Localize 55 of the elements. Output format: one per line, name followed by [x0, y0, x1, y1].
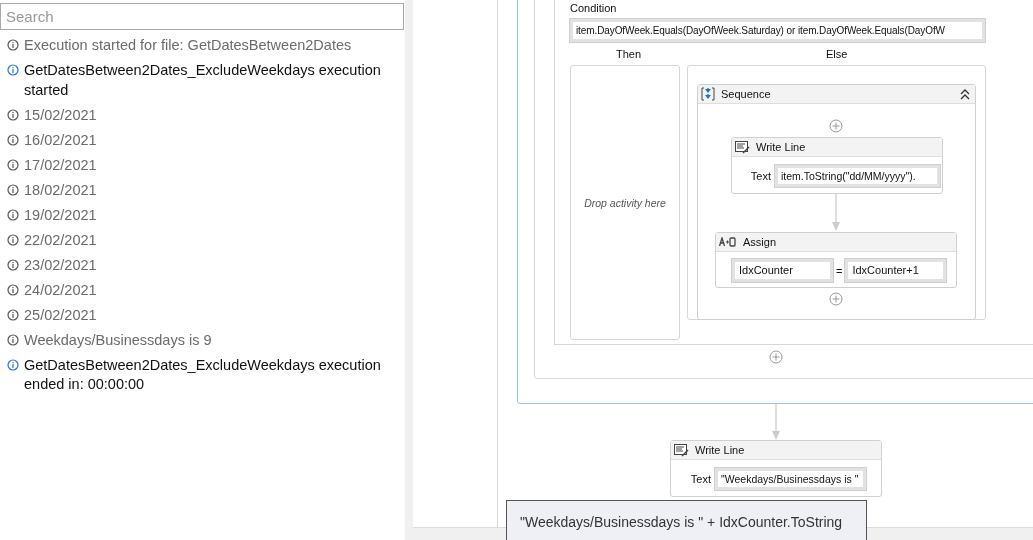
info-icon: [7, 208, 19, 221]
log-message: GetDatesBetween2Dates_ExcludeWeekdays execution started: [24, 61, 382, 100]
log-message: GetDatesBetween2Dates_ExcludeWeekdays execution ended in: 00:00:00: [24, 355, 382, 394]
assign-target-field[interactable]: IdxCounter: [732, 259, 833, 282]
log-message: 24/02/2021: [24, 280, 98, 300]
info-icon: [7, 258, 19, 271]
connector-arrow: [771, 404, 781, 440]
log-message: Execution started for file: GetDatesBetween2Dates: [24, 36, 353, 55]
write-line-activity[interactable]: Write Line Text item.ToString("dd/MM/yyyy").: [731, 137, 943, 194]
info-icon: [7, 308, 19, 321]
add-activity-icon[interactable]: [769, 350, 783, 364]
connector-arrow: [831, 194, 841, 231]
log-message: 23/02/2021: [24, 255, 98, 275]
else-label: Else: [826, 48, 848, 60]
sequence-icon: [701, 87, 715, 101]
condition-label: Condition: [570, 2, 617, 14]
log-message: 18/02/2021: [24, 180, 98, 200]
text-label: Text: [689, 473, 711, 485]
log-message: 15/02/2021: [24, 105, 98, 125]
activity-title: Sequence: [721, 88, 772, 100]
search-field[interactable]: Search: [0, 3, 404, 30]
text-label: Text: [749, 170, 771, 182]
activity-title: Assign: [743, 236, 777, 248]
drop-hint: Drop activity here: [584, 196, 666, 209]
write-line-activity[interactable]: Write Line Text "Weekdays/Businessdays is ": [670, 440, 882, 497]
info-icon: [7, 64, 19, 76]
info-icon: [7, 283, 19, 296]
activity-title: Write Line: [756, 141, 806, 153]
log-message: Weekdays/Businessdays is 9: [24, 330, 213, 350]
text-field[interactable]: item.ToString("dd/MM/yyyy").: [775, 165, 940, 187]
info-icon: [7, 233, 19, 246]
add-activity-icon[interactable]: [829, 292, 843, 306]
collapse-icon[interactable]: [959, 87, 971, 101]
expression-tooltip: "Weekdays/Businessdays is " + IdxCounter.ToString: [506, 500, 867, 540]
log-message: 19/02/2021: [24, 205, 98, 225]
info-icon: [7, 39, 19, 51]
log-message: 25/02/2021: [24, 305, 98, 325]
info-icon: [7, 108, 19, 121]
info-icon: [7, 333, 19, 346]
activity-title: Write Line: [695, 444, 745, 456]
info-icon: [7, 158, 19, 171]
assign-value-field[interactable]: IdxCounter+1: [845, 259, 947, 282]
info-icon: [7, 358, 19, 371]
log-message: 16/02/2021: [24, 130, 98, 150]
assign-icon: [719, 237, 737, 247]
equals-sign: =: [836, 264, 843, 277]
info-icon: [7, 133, 19, 146]
log-message: 22/02/2021: [24, 230, 98, 250]
log-message: 17/02/2021: [24, 155, 98, 175]
add-activity-icon[interactable]: [829, 119, 843, 133]
text-field[interactable]: "Weekdays/Businessdays is ": [715, 468, 866, 490]
info-icon: [7, 183, 19, 196]
assign-activity[interactable]: Assign IdxCounter = IdxCounter+1: [715, 232, 957, 288]
condition-field[interactable]: item.DayOfWeek.Equals(DayOfWeek.Saturday) or item.DayOfWeek.Equals(DayOfW: [570, 19, 985, 42]
then-label: Then: [616, 48, 642, 60]
